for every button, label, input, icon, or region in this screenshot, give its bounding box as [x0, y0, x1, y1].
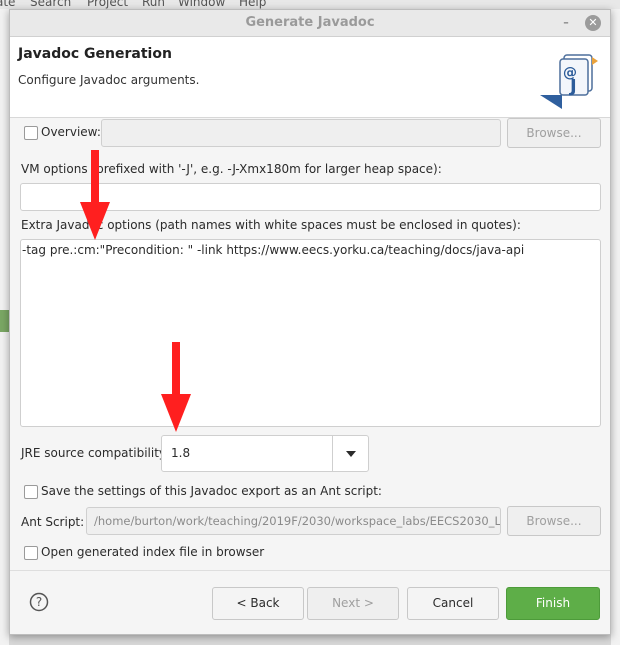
- svg-text:J: J: [568, 76, 577, 97]
- overview-label: Overview:: [41, 125, 101, 139]
- background-highlight: [0, 310, 9, 332]
- open-index-label: Open generated index file in browser: [41, 545, 265, 559]
- cancel-button[interactable]: Cancel: [407, 587, 499, 620]
- back-button[interactable]: < Back: [212, 587, 304, 620]
- extra-options-textarea[interactable]: -tag pre.:cm:"Precondition: " -link http…: [20, 239, 601, 427]
- save-ant-script-checkbox[interactable]: [24, 485, 38, 499]
- open-index-checkbox[interactable]: [24, 546, 38, 560]
- page-title: Javadoc Generation: [18, 46, 172, 62]
- help-glyph: ?: [35, 595, 43, 609]
- red-down-arrow: [161, 342, 191, 432]
- bg-menu-item: ate: [0, 0, 16, 9]
- dialog-titlebar: Generate Javadoc – ✕: [10, 10, 610, 37]
- finish-button[interactable]: Finish: [506, 587, 600, 620]
- close-icon[interactable]: ✕: [585, 15, 601, 31]
- ant-script-browse-button[interactable]: Browse...: [507, 506, 601, 536]
- ant-script-label: Ant Script:: [21, 515, 85, 529]
- bg-menu-item: Search: [30, 0, 72, 9]
- bg-menu-item: Window: [178, 0, 226, 9]
- bg-menu-item: Help: [239, 0, 267, 9]
- dialog-title: Generate Javadoc: [245, 15, 375, 30]
- chevron-down-icon[interactable]: [346, 450, 356, 458]
- overview-checkbox[interactable]: [24, 126, 38, 140]
- button-bar-separator: [10, 570, 610, 571]
- bg-menu-item: Project: [87, 0, 129, 9]
- red-down-arrow: [80, 150, 110, 240]
- ant-script-path-input[interactable]: /home/burton/work/teaching/2019F/2030/wo…: [86, 507, 501, 535]
- overview-browse-button[interactable]: Browse...: [507, 118, 601, 148]
- next-button[interactable]: Next >: [307, 587, 399, 620]
- jre-compatibility-select[interactable]: 1.8: [161, 435, 369, 472]
- generate-javadoc-dialog: Generate Javadoc – ✕ Javadoc Generation …: [9, 9, 611, 635]
- jre-compatibility-label: JRE source compatibility:: [21, 446, 170, 460]
- minimize-icon[interactable]: –: [558, 15, 574, 31]
- page-description: Configure Javadoc arguments.: [18, 73, 200, 87]
- select-divider: [332, 436, 333, 471]
- overview-path-input[interactable]: [101, 119, 501, 147]
- save-ant-script-label: Save the settings of this Javadoc export…: [41, 484, 382, 498]
- wizard-header: Javadoc Generation Configure Javadoc arg…: [10, 37, 610, 118]
- background-menubar: ate Search Project Run Window Help: [0, 0, 620, 9]
- bg-menu-item: Run: [142, 0, 166, 9]
- javadoc-wizard-icon: @ J: [540, 54, 598, 109]
- background-right-panel: [611, 9, 620, 645]
